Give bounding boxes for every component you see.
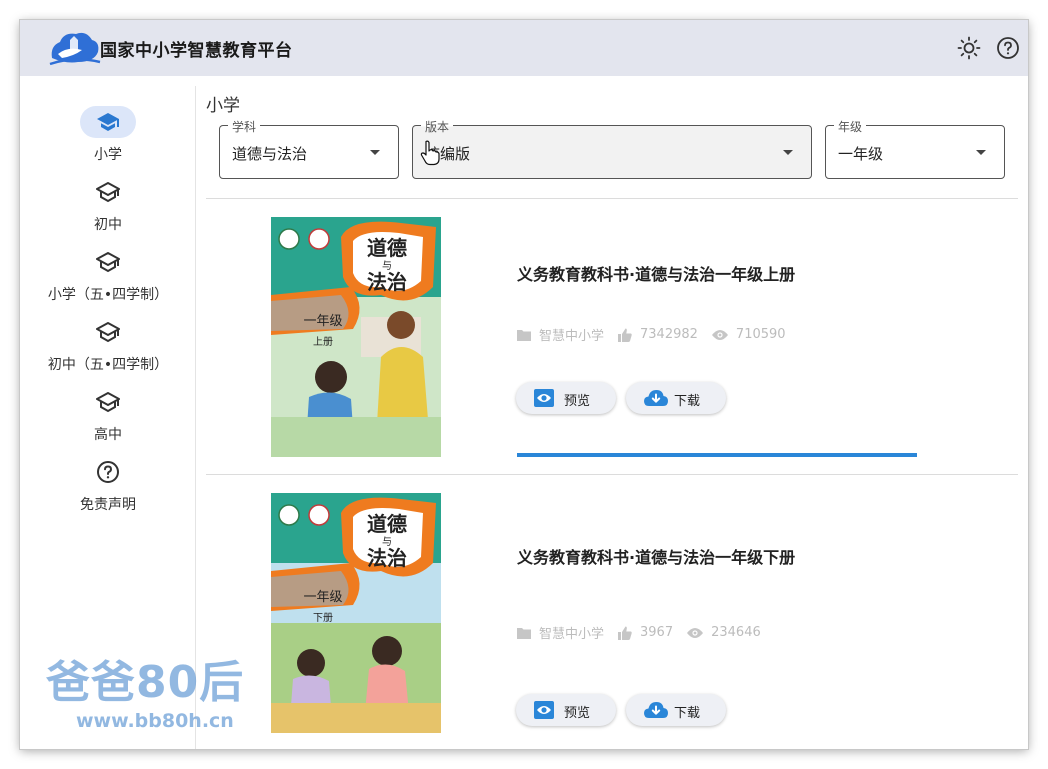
app-title: 国家中小学智慧教育平台 [100,41,293,61]
svg-text:法治: 法治 [367,270,407,294]
watermark-url: www.bb80h.cn [76,710,234,732]
sidebar-item-junior[interactable]: 初中 [20,176,196,236]
svg-text:一年级: 一年级 [303,314,342,329]
preview-label: 预览 [564,394,591,409]
select-value: 一年级 [838,145,884,163]
help-icon[interactable] [996,36,1020,60]
select-legend: 学科 [228,118,261,135]
download-button[interactable]: 下载 [626,382,726,414]
select-legend: 年级 [834,118,867,135]
top-app-bar: 国家中小学智慧教育平台 [20,20,1028,76]
svg-text:一年级: 一年级 [303,590,342,605]
sidebar-item-senior[interactable]: 高中 [20,386,196,446]
sidebar-item-label: 小学（五•四学制） [47,287,169,303]
folder-icon [517,627,531,639]
svg-text:法治: 法治 [367,546,407,570]
book-cover-image: 道德 与 法治 一年级 下册 [271,493,441,733]
sidebar-item-disclaimer[interactable]: 免责声明 [20,456,196,516]
sun-icon[interactable] [957,36,981,60]
folder-icon [517,329,531,341]
download-progress-bar [517,453,917,457]
like-count: 7342982 [640,327,698,342]
app-window: 国家中小学智慧教育平台 小学 初中 小学（五•四学制） 初中（五•四学制） 高中… [20,20,1028,749]
view-count: 234646 [711,625,761,640]
eye-icon [687,627,704,638]
book-meta: 智慧中小学 7342982 710590 [517,325,800,344]
download-label: 下载 [674,706,701,721]
subject-select[interactable]: 学科 道德与法治 [219,118,399,179]
svg-text:道德: 道德 [367,512,407,536]
like-count: 3967 [640,625,674,640]
nav-icon-container [80,246,136,278]
sidebar-item-label: 初中（五•四学制） [47,357,169,373]
graduation-cap-icon [96,182,120,203]
thumbs-up-icon [618,328,632,342]
preview-eye-icon [534,389,554,407]
publisher-name: 智慧中小学 [539,627,605,642]
download-button[interactable]: 下载 [626,694,726,726]
cloud-download-icon [644,390,668,406]
book-meta: 智慧中小学 3967 234646 [517,623,775,642]
divider [206,474,1018,475]
section-title: 小学 [206,96,240,116]
preview-label: 预览 [564,706,591,721]
dropdown-arrow-icon [783,150,793,155]
view-count: 710590 [735,327,786,342]
graduation-cap-icon [96,252,120,273]
svg-text:上册: 上册 [313,336,333,348]
nav-icon-container [80,316,136,348]
graduation-cap-icon [96,322,120,343]
grade-select[interactable]: 年级 一年级 [825,118,1005,179]
select-legend: 版本 [421,118,454,135]
help-icon [97,461,119,483]
sidebar-item-junior-54[interactable]: 初中（五•四学制） [20,316,196,376]
book-cover-image: 道德 与 法治 一年级 上册 [271,217,441,457]
book-title[interactable]: 义务教育教科书·道德与法治一年级上册 [517,261,795,285]
platform-logo-icon [49,32,101,66]
nav-icon-container [80,176,136,208]
dropdown-arrow-icon [370,150,380,155]
nav-icon-container [80,106,136,138]
preview-button[interactable]: 预览 [516,694,616,726]
sidebar-item-label: 初中 [94,217,122,233]
eye-icon [711,329,728,340]
hand-cursor-icon [420,140,440,166]
sidebar-item-label: 免责声明 [80,497,136,513]
graduation-cap-icon [97,113,119,131]
cloud-download-icon [644,702,668,718]
sidebar-item-label: 小学 [94,147,122,163]
download-label: 下载 [674,394,701,409]
preview-eye-icon [534,701,554,719]
publisher-name: 智慧中小学 [539,329,605,344]
svg-text:道德: 道德 [367,236,407,260]
nav-icon-container [80,456,136,488]
divider [206,198,1018,199]
dropdown-arrow-icon [976,150,986,155]
book-title[interactable]: 义务教育教科书·道德与法治一年级下册 [517,544,795,568]
preview-button[interactable]: 预览 [516,382,616,414]
sidebar-item-label: 高中 [94,427,122,443]
watermark-text: 爸爸80后 [46,657,245,708]
nav-icon-container [80,386,136,418]
select-value: 道德与法治 [232,145,308,163]
graduation-cap-icon [96,392,120,413]
svg-text:下册: 下册 [313,613,333,624]
sidebar-item-primary-54[interactable]: 小学（五•四学制） [20,246,196,306]
edition-select[interactable]: 版本 统编版 [412,118,812,179]
thumbs-up-icon [618,626,632,640]
sidebar-item-primary[interactable]: 小学 [20,106,196,166]
